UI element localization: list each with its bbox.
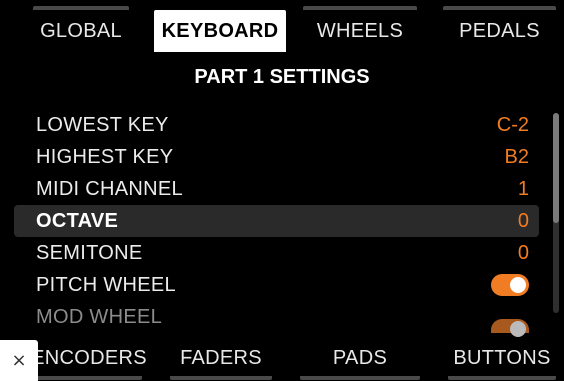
setting-label: MOD WHEEL	[36, 305, 163, 328]
tab-keyboard[interactable]: KEYBOARD	[154, 10, 286, 52]
close-button[interactable]: ×	[0, 340, 38, 381]
setting-label: LOWEST KEY	[36, 113, 169, 136]
mod-wheel-toggle[interactable]	[491, 319, 529, 337]
setting-label: PITCH WHEEL	[36, 273, 176, 296]
settings-scrollbar[interactable]	[553, 113, 559, 313]
tab-pads[interactable]: PADS	[292, 340, 428, 380]
tab-pedals[interactable]: PEDALS	[435, 6, 564, 52]
setting-row-lowest-key[interactable]: LOWEST KEY C-2	[14, 109, 539, 141]
setting-value: 1	[517, 177, 529, 200]
setting-value: C-2	[496, 113, 529, 136]
close-icon: ×	[11, 350, 27, 371]
toggle-knob	[510, 277, 526, 293]
pitch-wheel-toggle[interactable]	[491, 274, 529, 296]
tab-buttons[interactable]: BUTTONS	[440, 340, 564, 380]
setting-label: MIDI CHANNEL	[36, 177, 183, 200]
setting-row-pitch-wheel[interactable]: PITCH WHEEL	[14, 269, 539, 301]
section-title: PART 1 SETTINGS	[194, 66, 370, 88]
setting-value: B2	[504, 145, 529, 168]
setting-row-midi-channel[interactable]: MIDI CHANNEL 1	[14, 173, 539, 205]
setting-value: 0	[517, 209, 529, 232]
scrollbar-thumb[interactable]	[553, 113, 559, 223]
setting-row-mod-wheel[interactable]: MOD WHEEL	[14, 301, 539, 337]
setting-row-octave[interactable]: OCTAVE 0	[14, 205, 539, 237]
setting-value: 0	[517, 241, 529, 264]
setting-label: SEMITONE	[36, 241, 143, 264]
settings-list: LOWEST KEY C-2 HIGHEST KEY B2 MIDI CHANN…	[14, 109, 539, 337]
bottom-tab-bar: ENCODERS FADERS PADS BUTTONS	[0, 340, 564, 381]
tab-faders[interactable]: FADERS	[162, 340, 280, 380]
toggle-knob	[510, 321, 526, 337]
top-tab-bar: GLOBAL KEYBOARD WHEELS PEDALS	[0, 0, 564, 52]
setting-row-semitone[interactable]: SEMITONE 0	[14, 237, 539, 269]
tab-encoders[interactable]: ENCODERS	[28, 340, 150, 380]
tab-global[interactable]: GLOBAL	[25, 6, 137, 52]
tab-wheels[interactable]: WHEELS	[295, 6, 425, 52]
setting-label: HIGHEST KEY	[36, 145, 174, 168]
setting-label: OCTAVE	[36, 209, 119, 232]
setting-row-highest-key[interactable]: HIGHEST KEY B2	[14, 141, 539, 173]
